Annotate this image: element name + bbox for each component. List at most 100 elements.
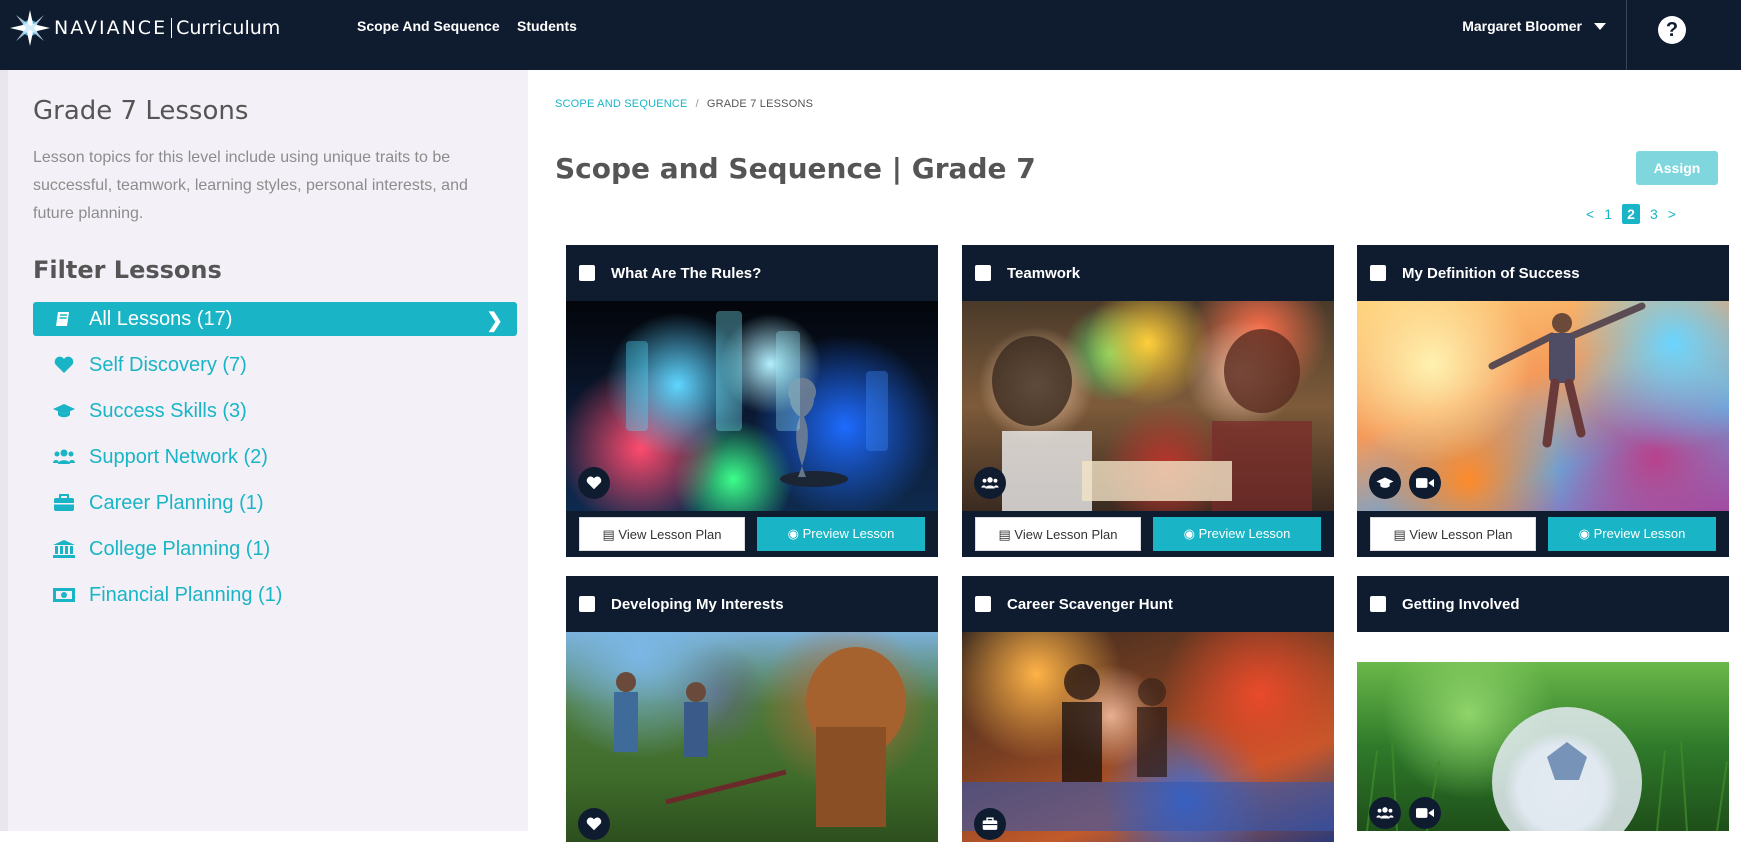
lesson-checkbox[interactable] (975, 596, 991, 612)
lesson-title: My Definition of Success (1402, 264, 1580, 282)
page-3-button[interactable]: 3 (1650, 206, 1658, 222)
lesson-card: What Are The Rules? ▤ View Lesson Plan ◉… (566, 245, 938, 557)
user-name: Margaret Bloomer (1462, 18, 1582, 34)
students-illustration (992, 329, 1312, 511)
view-lesson-plan-button[interactable]: ▤ View Lesson Plan (1370, 517, 1536, 551)
lesson-checkbox[interactable] (975, 265, 991, 281)
pagination: < 1 2 3 > (1586, 204, 1676, 224)
heart-icon (578, 808, 610, 840)
money-icon (53, 585, 75, 605)
caret-down-icon (1594, 22, 1606, 30)
lesson-title: Career Scavenger Hunt (1007, 595, 1173, 613)
filter-support-network[interactable]: Support Network (2) (33, 440, 517, 474)
breadcrumb-scope-link[interactable]: SCOPE AND SEQUENCE (555, 98, 688, 110)
chevron-right-icon: ❯ (486, 310, 503, 332)
filter-college-planning[interactable]: College Planning (1) (33, 532, 517, 566)
eye-icon: ◉ (1183, 526, 1199, 541)
lesson-image-teamwork[interactable] (962, 301, 1334, 511)
filter-label: Financial Planning (1) (89, 583, 283, 606)
product-name: Curriculum (176, 17, 281, 39)
lesson-image-horse-plow[interactable] (566, 632, 938, 842)
image-top-gap (1357, 632, 1729, 662)
preview-lesson-button[interactable]: ◉ Preview Lesson (1153, 517, 1321, 551)
top-navbar: NAVIANCE Curriculum Scope And Sequence S… (0, 0, 1741, 70)
filter-label: Self Discovery (7) (89, 353, 247, 376)
view-lesson-plan-button[interactable]: ▤ View Lesson Plan (579, 517, 745, 551)
lesson-card: Getting Involved (1357, 576, 1729, 831)
lesson-checkbox[interactable] (579, 596, 595, 612)
nav-divider (1626, 0, 1627, 70)
lesson-checkbox[interactable] (1370, 265, 1386, 281)
lesson-card-header: My Definition of Success (1357, 245, 1729, 301)
group-icon (53, 447, 75, 467)
farm-illustration (614, 647, 906, 827)
eye-icon: ◉ (787, 526, 803, 541)
institution-icon (53, 539, 75, 559)
lesson-title: Developing My Interests (611, 595, 784, 613)
lesson-card: Career Scavenger Hunt (962, 576, 1334, 842)
view-lesson-plan-button[interactable]: ▤ View Lesson Plan (975, 517, 1141, 551)
heart-icon (578, 467, 610, 499)
assign-button[interactable]: Assign (1636, 151, 1718, 185)
sidebar: Grade 7 Lessons Lesson topics for this l… (0, 70, 528, 831)
lesson-image-success[interactable] (1357, 301, 1729, 511)
preview-label: Preview Lesson (802, 526, 895, 541)
filter-all-lessons[interactable]: All Lessons (17) ❯ (33, 302, 517, 336)
lesson-actions: ▤ View Lesson Plan ◉ Preview Lesson (962, 511, 1334, 557)
video-camera-icon (1409, 797, 1441, 829)
view-plan-label: View Lesson Plan (1409, 527, 1513, 542)
lesson-card-header: Teamwork (962, 245, 1334, 301)
brand-divider (171, 18, 173, 38)
user-menu[interactable]: Margaret Bloomer (1462, 18, 1606, 34)
lesson-card-header: What Are The Rules? (566, 245, 938, 301)
page-prev-button[interactable]: < (1586, 206, 1594, 222)
brand-name: NAVIANCE (54, 17, 168, 39)
naviance-logo[interactable]: NAVIANCE Curriculum (10, 10, 280, 46)
star-logo-icon (10, 10, 50, 46)
book-icon: ▤ (602, 527, 619, 542)
nav-scope-and-sequence[interactable]: Scope And Sequence (357, 18, 500, 34)
breadcrumb-current: GRADE 7 LESSONS (706, 98, 814, 110)
eye-icon: ◉ (1578, 526, 1594, 541)
filter-financial-planning[interactable]: Financial Planning (1) (33, 578, 517, 612)
graduation-cap-icon (1369, 467, 1401, 499)
sidebar-description: Lesson topics for this level include usi… (33, 149, 468, 222)
lesson-checkbox[interactable] (579, 265, 595, 281)
page-2-button-current[interactable]: 2 (1621, 204, 1640, 224)
page-1-button[interactable]: 1 (1604, 206, 1612, 222)
view-plan-label: View Lesson Plan (1014, 527, 1118, 542)
filter-self-discovery[interactable]: Self Discovery (7) (33, 348, 517, 382)
briefcase-icon (53, 493, 75, 513)
lesson-card: Teamwork ▤ View Lesson Plan ◉ Preview Le… (962, 245, 1334, 557)
filter-career-planning[interactable]: Career Planning (1) (33, 486, 517, 520)
lesson-checkbox[interactable] (1370, 596, 1386, 612)
filter-list: All Lessons (17) ❯ Self Discovery (7) Su… (33, 302, 517, 624)
group-icon (974, 467, 1006, 499)
crowd-illustration (962, 664, 1334, 832)
page-next-button[interactable]: > (1668, 206, 1676, 222)
lesson-card-header: Career Scavenger Hunt (962, 576, 1334, 632)
briefcase-icon (974, 808, 1006, 840)
filter-label: Career Planning (1) (89, 491, 264, 514)
book-icon (53, 309, 75, 329)
lesson-actions: ▤ View Lesson Plan ◉ Preview Lesson (566, 511, 938, 557)
lesson-actions: ▤ View Lesson Plan ◉ Preview Lesson (1357, 511, 1729, 557)
help-icon[interactable]: ? (1658, 16, 1686, 44)
page-title: Scope and Sequence | Grade 7 (555, 152, 1036, 185)
breadcrumb: SCOPE AND SEQUENCE / GRADE 7 LESSONS (555, 98, 813, 110)
lesson-image-career-fair[interactable] (962, 632, 1334, 842)
book-icon: ▤ (998, 527, 1015, 542)
filter-title: Filter Lessons (33, 256, 222, 284)
filter-success-skills[interactable]: Success Skills (3) (33, 394, 517, 428)
lesson-card: Developing My Interests (566, 576, 938, 842)
preview-lesson-button[interactable]: ◉ Preview Lesson (757, 517, 925, 551)
graduation-cap-icon (53, 401, 75, 421)
breadcrumb-separator: / (695, 98, 699, 110)
lesson-image-soccer-ball[interactable] (1357, 662, 1729, 831)
nav-students[interactable]: Students (517, 18, 577, 34)
filter-label: Success Skills (3) (89, 399, 247, 422)
preview-lesson-button[interactable]: ◉ Preview Lesson (1548, 517, 1716, 551)
book-icon: ▤ (1393, 527, 1410, 542)
lesson-image-chess[interactable] (566, 301, 938, 511)
preview-label: Preview Lesson (1593, 526, 1686, 541)
